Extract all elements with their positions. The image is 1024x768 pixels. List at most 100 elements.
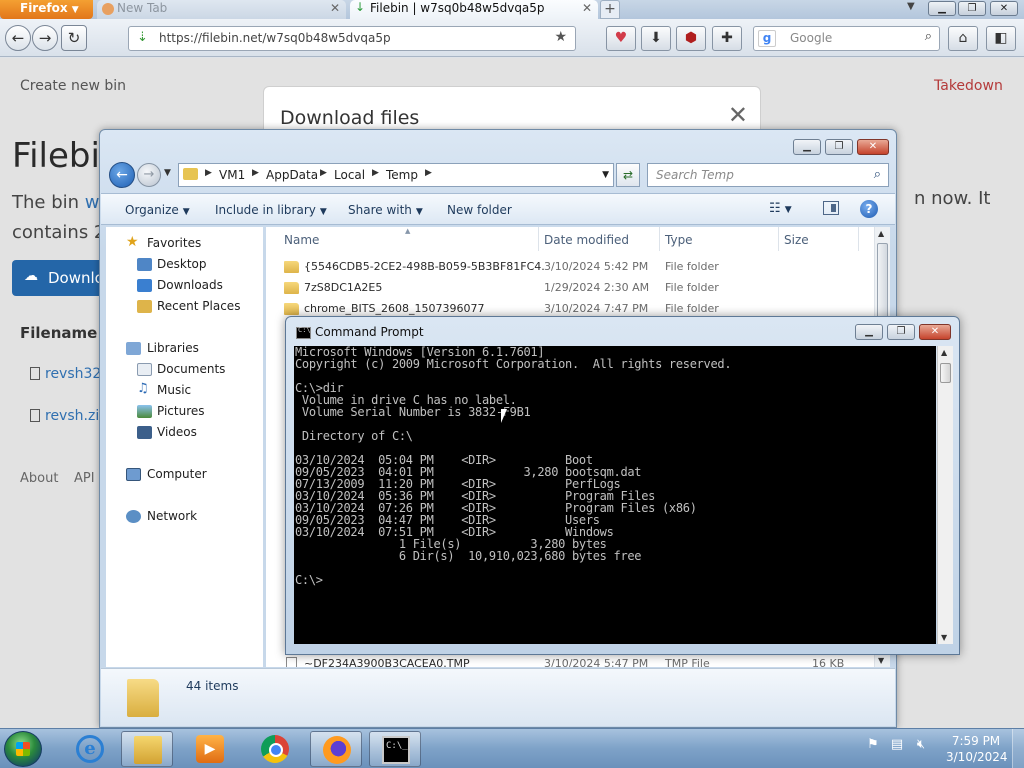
console-output[interactable]: Microsoft Windows [Version 6.1.7601] Cop… <box>294 346 936 644</box>
taskbar: e ▶ C:\_ ⚑ ▤ 🔇︎ 7:59 PM 3/10/2024 <box>0 728 1024 768</box>
tab-title: New Tab <box>117 1 168 15</box>
extension-puzzle-icon[interactable]: ✚ <box>712 26 742 51</box>
internet-explorer-taskbar-button[interactable]: e <box>64 731 116 767</box>
address-bar[interactable]: ▶ VM1 ▶ AppData ▶ Local ▶ Temp ▶ ▼ <box>178 163 614 187</box>
file-date: 3/10/2024 7:47 PM <box>544 302 649 315</box>
search-icon[interactable]: ⌕ <box>925 29 932 44</box>
desktop-icon <box>137 258 152 271</box>
file-row[interactable]: 7zS8DC1A2E5 1/29/2024 2:30 AM File folde… <box>284 279 874 297</box>
explorer-taskbar-button[interactable] <box>121 731 173 767</box>
file-row[interactable]: ~DF234A3900B3CACEA0.TMP 3/10/2024 5:47 P… <box>284 655 874 667</box>
chrome-icon <box>261 735 289 763</box>
new-tab-button[interactable]: + <box>600 0 620 19</box>
download-files-button[interactable]: ☁ Downlo <box>12 260 112 296</box>
column-divider[interactable] <box>778 227 779 251</box>
show-desktop-button[interactable] <box>1012 729 1024 768</box>
create-new-bin-link[interactable]: Create new bin <box>20 78 126 94</box>
close-icon[interactable]: ✕ <box>728 103 748 127</box>
scroll-down-icon[interactable]: ▼ <box>941 633 947 642</box>
pocket-icon[interactable]: ♥ <box>606 26 636 51</box>
scroll-up-icon[interactable]: ▲ <box>878 229 884 238</box>
search-temp-input[interactable]: Search Temp ⌕ <box>647 163 889 187</box>
column-divider[interactable] <box>659 227 660 251</box>
command-prompt-taskbar-button[interactable]: C:\_ <box>369 731 421 767</box>
back-arrow-icon[interactable]: ← <box>5 25 31 51</box>
maximize-window-button[interactable]: ❐ <box>958 1 986 16</box>
network-status-icon[interactable]: ▤ <box>888 737 906 752</box>
chevron-down-icon[interactable]: ▼ <box>602 170 609 180</box>
breadcrumb-appdata[interactable]: AppData <box>266 168 318 182</box>
preview-pane-icon[interactable] <box>823 201 839 215</box>
addon-icon[interactable]: ◧ <box>986 26 1016 51</box>
url-bar[interactable]: ⇣ https://filebin.net/w7sq0b48w5dvqa5p ★ <box>128 26 576 51</box>
chrome-taskbar-button[interactable] <box>249 731 301 767</box>
breadcrumb-local[interactable]: Local <box>334 168 365 182</box>
column-header-name[interactable]: Name <box>284 233 319 247</box>
scrollbar-thumb[interactable] <box>940 363 951 383</box>
share-with-button[interactable]: Share with ▼ <box>348 203 423 217</box>
url-text: https://filebin.net/w7sq0b48w5dvqa5p <box>159 31 391 45</box>
file-link[interactable]: revsh.zi <box>30 408 99 424</box>
tab-list-icon[interactable]: ▼ <box>907 1 915 12</box>
console-scrollbar[interactable]: ▲ ▼ <box>937 346 953 644</box>
scroll-down-icon[interactable]: ▼ <box>878 656 884 665</box>
column-header-size[interactable]: Size <box>784 233 809 247</box>
close-window-button[interactable]: ✕ <box>857 139 889 155</box>
takedown-link[interactable]: Takedown <box>934 78 1003 94</box>
help-icon[interactable]: ? <box>860 200 878 218</box>
close-window-button[interactable]: ✕ <box>990 1 1018 16</box>
breadcrumb-vm1[interactable]: VM1 <box>219 168 245 182</box>
back-arrow-icon[interactable]: ← <box>109 162 135 188</box>
firefox-menu-button[interactable]: Firefox ▼ <box>0 0 93 19</box>
forward-arrow-icon[interactable]: → <box>137 163 161 187</box>
recent-locations-chevron-icon[interactable]: ▼ <box>164 168 171 178</box>
forward-arrow-icon[interactable]: → <box>32 25 58 51</box>
downloads-icon[interactable]: ⬇ <box>641 26 671 51</box>
file-date: 3/10/2024 5:47 PM <box>544 657 649 667</box>
search-icon[interactable]: ⌕ <box>874 167 881 182</box>
close-window-button[interactable]: ✕ <box>919 324 951 340</box>
file-row[interactable]: {5546CDB5-2CE2-498B-B059-5B3BF81FC4... 3… <box>284 258 874 276</box>
minimize-window-button[interactable]: ▁ <box>793 139 821 155</box>
maximize-window-button[interactable]: ❐ <box>887 324 915 340</box>
tab-filebin[interactable]: ↓ Filebin | w7sq0b48w5dvqa5p ✕ <box>350 0 598 19</box>
minimize-window-button[interactable]: ▁ <box>928 1 956 16</box>
file-type: File folder <box>665 260 719 273</box>
close-tab-icon[interactable]: ✕ <box>330 1 340 15</box>
organize-button[interactable]: Organize ▼ <box>125 203 190 217</box>
file-name: 7zS8DC1A2E5 <box>304 281 383 294</box>
column-header-type[interactable]: Type <box>665 233 693 247</box>
column-divider[interactable] <box>538 227 539 251</box>
firefox-taskbar-button[interactable] <box>310 731 362 767</box>
chevron-right-icon: ▶ <box>425 168 432 178</box>
column-header-date-modified[interactable]: Date modified <box>544 233 629 247</box>
volume-muted-icon[interactable]: 🔇︎ <box>912 737 930 752</box>
clock-time[interactable]: 7:59 PM <box>946 734 1006 748</box>
minimize-window-button[interactable]: ▁ <box>855 324 883 340</box>
media-player-taskbar-button[interactable]: ▶ <box>184 731 236 767</box>
ublock-icon[interactable]: ⬢ <box>676 26 706 51</box>
file-link[interactable]: revsh32 <box>30 366 101 382</box>
bookmark-star-icon[interactable]: ★ <box>554 29 567 45</box>
include-in-library-button[interactable]: Include in library ▼ <box>215 203 327 217</box>
start-button[interactable] <box>4 731 42 767</box>
footer-api-link[interactable]: API <box>74 471 95 486</box>
clock-date[interactable]: 3/10/2024 <box>946 750 1008 764</box>
change-view-icon[interactable]: ☷ ▼ <box>769 201 792 216</box>
maximize-window-button[interactable]: ❐ <box>825 139 853 155</box>
network-icon <box>126 510 141 523</box>
column-divider[interactable] <box>858 227 859 251</box>
google-search-input[interactable]: g Google ⌕ <box>753 26 940 51</box>
footer-about-link[interactable]: About <box>20 471 58 486</box>
refresh-icon[interactable]: ⇄ <box>616 163 640 187</box>
scroll-up-icon[interactable]: ▲ <box>941 348 947 357</box>
scrollbar-thumb[interactable] <box>877 243 888 323</box>
folder-icon <box>284 303 299 315</box>
home-icon[interactable]: ⌂ <box>948 26 978 51</box>
breadcrumb-temp[interactable]: Temp <box>386 168 418 182</box>
new-folder-button[interactable]: New folder <box>447 203 512 217</box>
action-center-flag-icon[interactable]: ⚑ <box>864 737 882 752</box>
tab-new-tab[interactable]: New Tab ✕ <box>97 0 346 19</box>
close-tab-icon[interactable]: ✕ <box>582 1 592 15</box>
reload-icon[interactable]: ↻ <box>61 25 87 51</box>
